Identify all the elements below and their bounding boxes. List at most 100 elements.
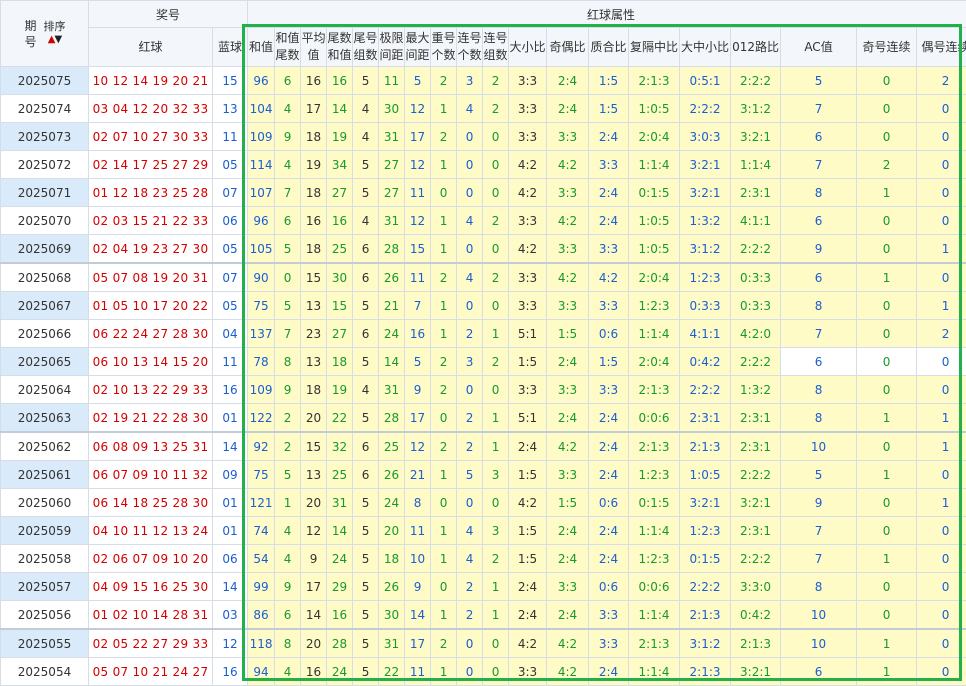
attr-cell: 7 (781, 545, 857, 573)
attr-cell: 16 (405, 320, 431, 348)
red-ball-cell: 01 12 18 23 25 28 (89, 179, 213, 207)
attr-cell: 3:2:1 (731, 489, 781, 517)
attr-cell: 7 (781, 95, 857, 123)
attr-cell: 5 (353, 348, 379, 376)
attr-cell: 16 (301, 658, 327, 686)
attr-cell: 25 (327, 461, 353, 489)
attr-cell: 0 (483, 629, 509, 658)
attr-cell: 4:2 (547, 263, 589, 292)
attr-cell: 0 (917, 658, 966, 686)
attr-cell: 3:0:3 (680, 123, 731, 151)
attr-cell: 5 (353, 658, 379, 686)
attr-cell: 16 (327, 207, 353, 235)
attr-cell: 24 (379, 320, 405, 348)
attr-cell: 107 (248, 179, 275, 207)
attr-cell: 0 (917, 123, 966, 151)
attr-cell: 8 (275, 629, 301, 658)
attr-cell: 31 (379, 207, 405, 235)
table-row: 202505405 07 10 21 24 271694416245221110… (1, 658, 966, 686)
attr-cell: 11 (405, 517, 431, 545)
attr-cell: 1 (857, 263, 917, 292)
attr-col-header: 尾号组数 (353, 28, 379, 67)
attr-cell: 6 (275, 67, 301, 95)
attr-cell: 27 (379, 179, 405, 207)
attr-cell: 4:2 (509, 235, 547, 264)
sort-button[interactable]: 排序 ▲▼ (44, 21, 66, 46)
table-row: 202506701 05 10 17 20 220575513155217100… (1, 292, 966, 320)
attr-cell: 8 (781, 179, 857, 207)
attr-cell: 4 (457, 545, 483, 573)
attr-cell: 5 (353, 489, 379, 517)
attr-cell: 20 (301, 489, 327, 517)
attr-cell: 4 (353, 95, 379, 123)
attr-cell: 0:5:1 (680, 67, 731, 95)
period-cell: 2025068 (1, 263, 89, 292)
attr-cell: 74 (248, 517, 275, 545)
attr-cell: 2 (917, 320, 966, 348)
attr-cell: 30 (379, 601, 405, 630)
attr-cell: 2:3:1 (731, 517, 781, 545)
attr-cell: 2 (431, 67, 457, 95)
attr-cell: 0:0:6 (629, 404, 680, 433)
attr-cell: 0 (483, 292, 509, 320)
period-cell: 2025073 (1, 123, 89, 151)
attr-cell: 5 (353, 292, 379, 320)
attr-cell: 31 (379, 376, 405, 404)
period-header: 期号 排序 ▲▼ (1, 1, 89, 67)
attr-cell: 20 (301, 404, 327, 433)
attr-cell: 104 (248, 95, 275, 123)
attr-cell: 0:4:2 (731, 601, 781, 630)
attr-cell: 3:3 (547, 179, 589, 207)
attr-cell: 3:3 (547, 376, 589, 404)
attr-col-header: 极限间距 (379, 28, 405, 67)
attr-cell: 14 (379, 348, 405, 376)
attr-cell: 1 (431, 545, 457, 573)
period-cell: 2025065 (1, 348, 89, 376)
attr-cell: 3:3 (547, 235, 589, 264)
attr-cell: 2:4 (547, 67, 589, 95)
attr-cell: 2 (457, 601, 483, 630)
attr-cell: 2 (431, 263, 457, 292)
attr-cell: 1 (857, 179, 917, 207)
attr-col-header: 连号组数 (483, 28, 509, 67)
table-row: 202505802 06 07 09 10 200654492451810142… (1, 545, 966, 573)
attr-cell: 4:2 (589, 263, 629, 292)
attr-cell: 0 (483, 376, 509, 404)
attr-cell: 1 (857, 629, 917, 658)
attr-cell: 31 (379, 629, 405, 658)
attr-cell: 10 (781, 629, 857, 658)
attr-cell: 21 (379, 292, 405, 320)
attr-cell: 121 (248, 489, 275, 517)
attr-cell: 1 (483, 320, 509, 348)
attr-cell: 9 (405, 573, 431, 601)
attr-cell: 1:3:2 (731, 376, 781, 404)
attr-cell: 0 (857, 601, 917, 630)
blue-ball-cell: 16 (213, 658, 248, 686)
attr-cell: 2:2:2 (731, 348, 781, 376)
red-ball-cell: 04 10 11 12 13 24 (89, 517, 213, 545)
attr-cell: 15 (301, 432, 327, 461)
attr-cell: 96 (248, 207, 275, 235)
attr-cell: 5:1 (509, 320, 547, 348)
attr-cell: 1:5 (547, 489, 589, 517)
attr-cell: 5 (457, 461, 483, 489)
attr-cell: 11 (405, 179, 431, 207)
attr-cell: 86 (248, 601, 275, 630)
attr-cell: 0 (857, 376, 917, 404)
period-cell: 2025071 (1, 179, 89, 207)
attr-cell: 2:4 (589, 179, 629, 207)
attr-cell: 4:2 (547, 629, 589, 658)
attr-cell: 8 (781, 292, 857, 320)
attr-cell: 18 (379, 545, 405, 573)
attr-cell: 7 (275, 179, 301, 207)
attr-cell: 17 (405, 123, 431, 151)
attr-cell: 2 (483, 263, 509, 292)
red-ball-cell: 01 05 10 17 20 22 (89, 292, 213, 320)
attr-cell: 2 (457, 320, 483, 348)
attr-cell: 4:2 (547, 432, 589, 461)
attr-cell: 3 (457, 67, 483, 95)
attr-cell: 0:6 (589, 320, 629, 348)
attr-cell: 3:3 (509, 292, 547, 320)
attr-cell: 94 (248, 658, 275, 686)
attr-cell: 4:2 (547, 151, 589, 179)
